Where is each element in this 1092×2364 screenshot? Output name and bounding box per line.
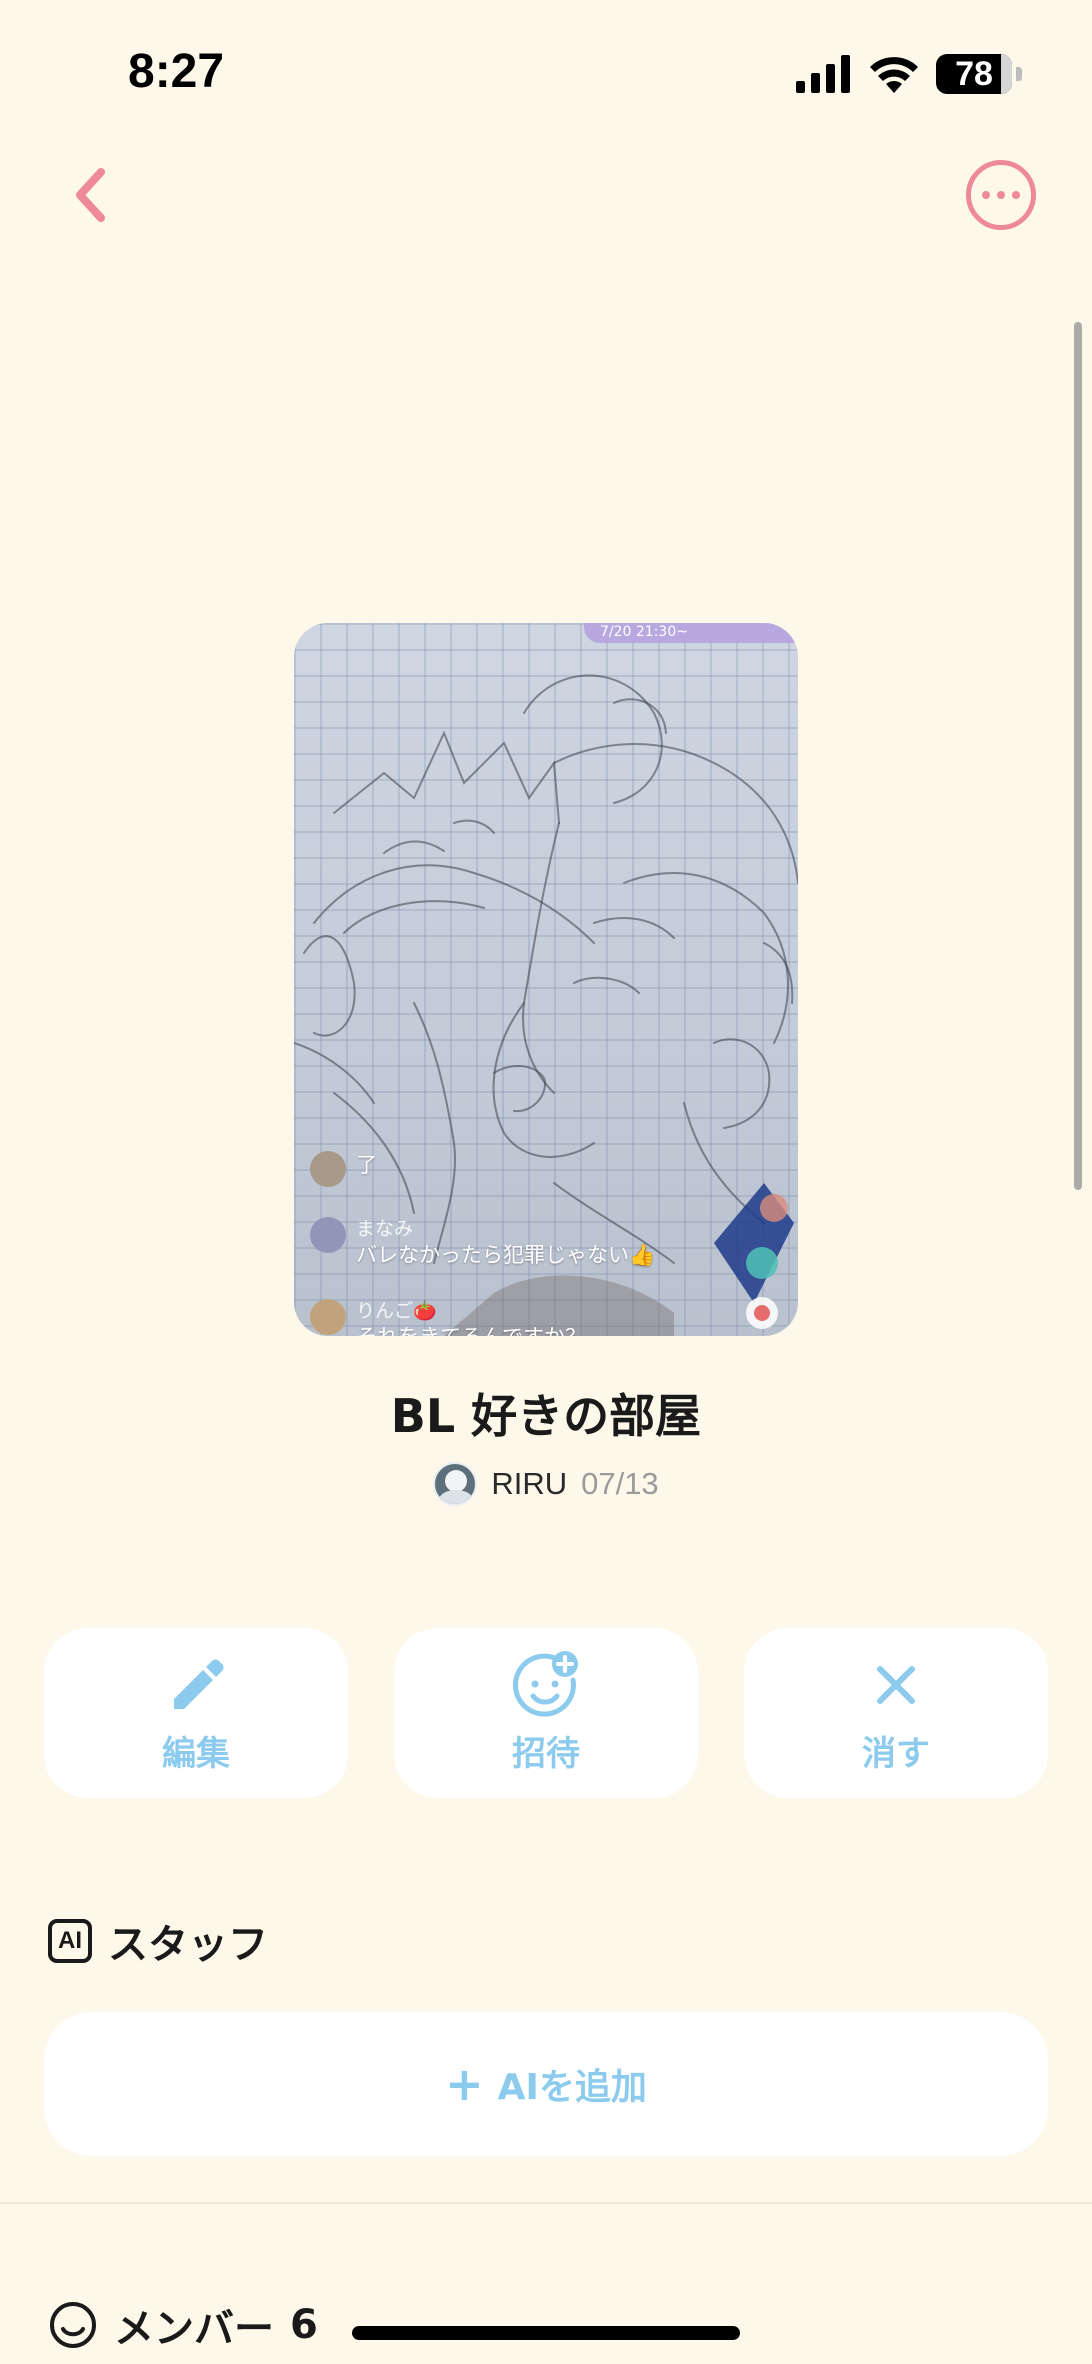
staff-section-header: AI スタッフ bbox=[48, 1912, 268, 1970]
comment-name: りんご🍅 bbox=[356, 1300, 437, 1322]
staff-heading: スタッフ bbox=[108, 1922, 268, 1968]
members-count: 6 bbox=[290, 2302, 318, 2348]
battery-cap bbox=[1016, 67, 1022, 81]
room-title: BL 好きの部屋 bbox=[390, 1389, 702, 1443]
action-buttons: 編集 招待 消す bbox=[44, 1628, 1048, 1798]
chat-comment: りんご🍅 それをきてるんですか？ bbox=[310, 1299, 586, 1336]
cellular-signal-icon bbox=[796, 55, 850, 93]
smile-icon bbox=[50, 2302, 96, 2348]
ai-icon: AI bbox=[48, 1919, 92, 1963]
invite-button[interactable]: 招待 bbox=[394, 1628, 698, 1798]
scrollbar[interactable] bbox=[1074, 322, 1082, 1190]
status-bar: 8:27 78 bbox=[0, 0, 1092, 140]
comment-text: 了 bbox=[356, 1153, 377, 1177]
add-person-icon bbox=[513, 1650, 578, 1717]
cover-banner: 7/20 21:30~ bbox=[584, 623, 798, 643]
divider bbox=[0, 2202, 1092, 2204]
wifi-icon bbox=[870, 57, 918, 93]
add-ai-button[interactable]: + AIを追加 bbox=[44, 2012, 1048, 2156]
avatar[interactable] bbox=[433, 1462, 478, 1506]
comment-name: まなみ bbox=[356, 1218, 414, 1240]
delete-label: 消す bbox=[862, 1733, 930, 1774]
add-ai-label: AIを追加 bbox=[497, 2067, 647, 2108]
close-icon bbox=[877, 1665, 915, 1704]
comment-text: バレなかったら犯罪じゃない👍 bbox=[356, 1243, 656, 1267]
ellipsis-dot bbox=[1012, 191, 1020, 199]
members-heading: メンバー bbox=[114, 2306, 274, 2352]
more-options-button[interactable] bbox=[966, 160, 1036, 230]
battery-level: 78 bbox=[955, 54, 993, 93]
plus-icon: + bbox=[445, 2057, 484, 2111]
members-section-header: メンバー 6 bbox=[48, 2296, 318, 2354]
room-cover-image[interactable]: 7/20 21:30~ 了 まなみ バレなかったら犯罪じゃない👍 りんご🍅 それ… bbox=[294, 623, 798, 1336]
chevron-left-icon bbox=[76, 168, 105, 222]
comment-avatar bbox=[310, 1299, 346, 1335]
owner-name[interactable]: RIRU bbox=[491, 1466, 567, 1502]
comment-text: それをきてるんですか？ bbox=[356, 1323, 586, 1336]
delete-button[interactable]: 消す bbox=[744, 1628, 1048, 1798]
chat-comment: まなみ バレなかったら犯罪じゃない👍 bbox=[310, 1217, 655, 1269]
pencil-icon bbox=[174, 1659, 224, 1709]
comment-avatar bbox=[310, 1151, 346, 1187]
status-icons: 78 bbox=[796, 50, 1022, 98]
comment-avatar bbox=[310, 1217, 346, 1253]
edit-button[interactable]: 編集 bbox=[44, 1628, 348, 1798]
invite-label: 招待 bbox=[512, 1733, 580, 1774]
room-owner[interactable]: RIRU 07/13 bbox=[0, 1462, 1092, 1506]
ellipsis-dot bbox=[982, 191, 990, 199]
home-indicator[interactable] bbox=[352, 2326, 740, 2340]
chat-comment: 了 bbox=[310, 1151, 377, 1187]
back-button[interactable] bbox=[60, 160, 120, 230]
battery-icon: 78 bbox=[936, 54, 1012, 94]
edit-label: 編集 bbox=[162, 1733, 230, 1774]
status-time: 8:27 bbox=[128, 45, 225, 98]
ellipsis-dot bbox=[997, 191, 1005, 199]
created-date: 07/13 bbox=[581, 1466, 659, 1501]
